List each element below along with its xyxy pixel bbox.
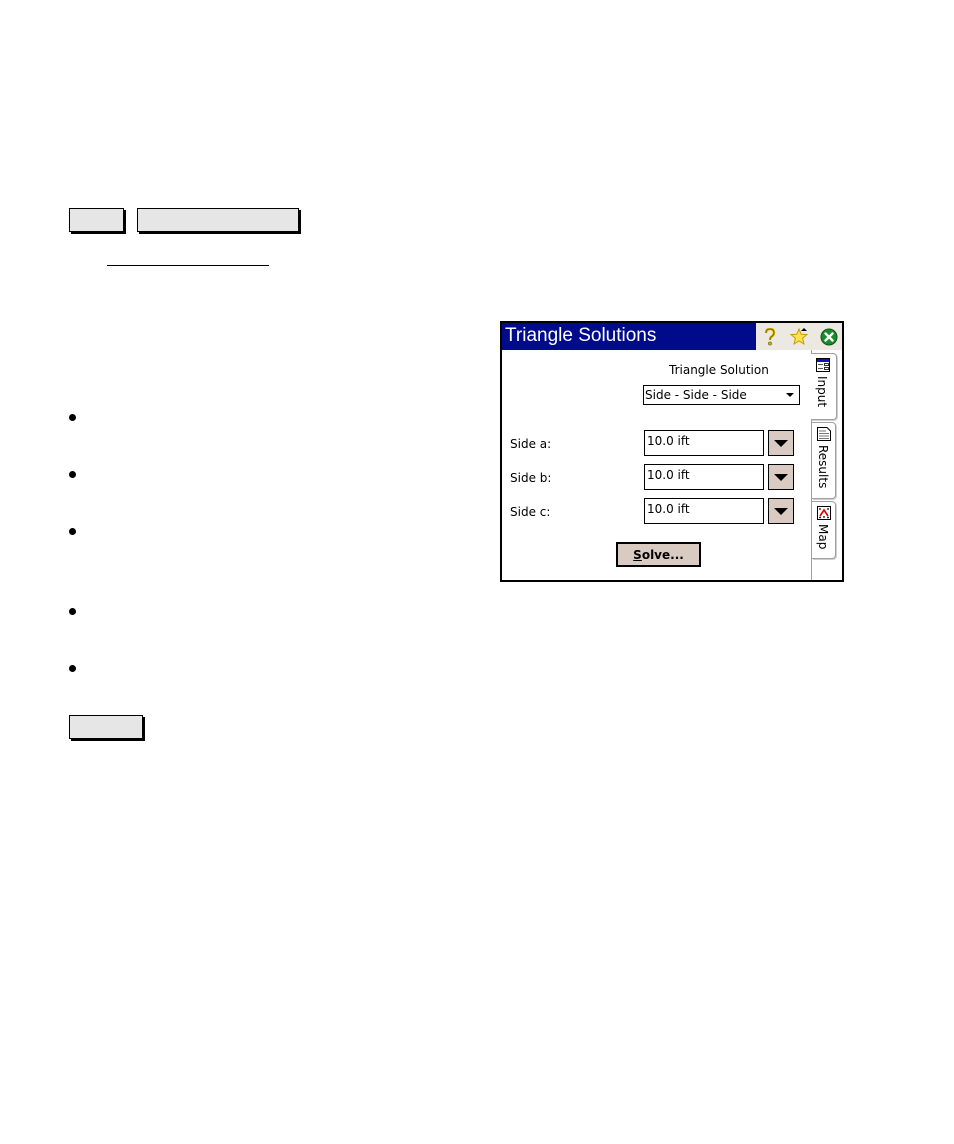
bullet-point: [69, 665, 76, 672]
side-a-input[interactable]: 10.0 ift: [644, 430, 764, 456]
side-b-dropdown-button[interactable]: [768, 464, 794, 490]
solve-button[interactable]: Solve...: [616, 542, 701, 567]
title-bar-caption-area: Triangle Solutions: [502, 323, 756, 350]
side-b-value: 10.0 ift: [647, 468, 690, 482]
side-b-row: Side b: 10.0 ift: [502, 464, 812, 490]
triangle-solution-select[interactable]: Side - Side - Side: [643, 385, 800, 405]
side-c-row: Side c: 10.0 ift: [502, 498, 812, 524]
bullet-point: [69, 471, 76, 478]
close-icon: [820, 328, 838, 346]
side-b-input[interactable]: 10.0 ift: [644, 464, 764, 490]
input-form-icon: [816, 358, 830, 372]
triangle-down-icon: [774, 440, 788, 447]
solve-mnemonic: S: [633, 547, 642, 562]
placeholder-box-3: [69, 715, 143, 739]
dialog-title: Triangle Solutions: [505, 325, 657, 346]
triangle-solutions-dialog: Triangle Solutions Triangle Solution Sid…: [500, 321, 844, 582]
tab-results-label: Results: [816, 445, 830, 489]
side-c-dropdown-button[interactable]: [768, 498, 794, 524]
bullet-point: [69, 414, 76, 421]
side-a-row: Side a: 10.0 ift: [502, 430, 812, 456]
tab-map-label: Map: [816, 524, 830, 550]
close-button[interactable]: [819, 327, 839, 347]
title-bar: Triangle Solutions: [502, 323, 842, 350]
map-icon: [817, 506, 831, 520]
chevron-down-icon: [786, 393, 794, 397]
underline-rule: [107, 265, 269, 266]
side-c-value: 10.0 ift: [647, 502, 690, 516]
bullet-point: [69, 528, 76, 535]
bullet-point: [69, 608, 76, 615]
favorites-button[interactable]: [790, 327, 810, 347]
side-a-dropdown-button[interactable]: [768, 430, 794, 456]
tab-map[interactable]: Map: [812, 501, 836, 559]
triangle-down-icon: [774, 474, 788, 481]
triangle-solution-label: Triangle Solution: [669, 363, 769, 377]
help-button[interactable]: [760, 327, 780, 347]
results-sheet-icon: [817, 427, 831, 441]
side-tab-strip: Input Results Map: [811, 350, 842, 580]
input-panel: Triangle Solution Side - Side - Side Sid…: [502, 350, 812, 580]
favorites-star-icon: [790, 327, 809, 346]
triangle-down-icon: [774, 508, 788, 515]
side-c-label: Side c:: [510, 505, 551, 519]
side-a-value: 10.0 ift: [647, 434, 690, 448]
tab-input-label: Input: [815, 376, 829, 408]
side-a-label: Side a:: [510, 437, 552, 451]
triangle-solution-selected: Side - Side - Side: [645, 388, 747, 402]
help-icon: [764, 328, 776, 346]
placeholder-box-2: [137, 208, 299, 232]
tab-results[interactable]: Results: [812, 422, 836, 499]
placeholder-box-1: [69, 208, 124, 232]
side-c-input[interactable]: 10.0 ift: [644, 498, 764, 524]
side-b-label: Side b:: [510, 471, 552, 485]
tab-input[interactable]: Input: [811, 353, 837, 420]
solve-label: olve...: [641, 547, 684, 562]
